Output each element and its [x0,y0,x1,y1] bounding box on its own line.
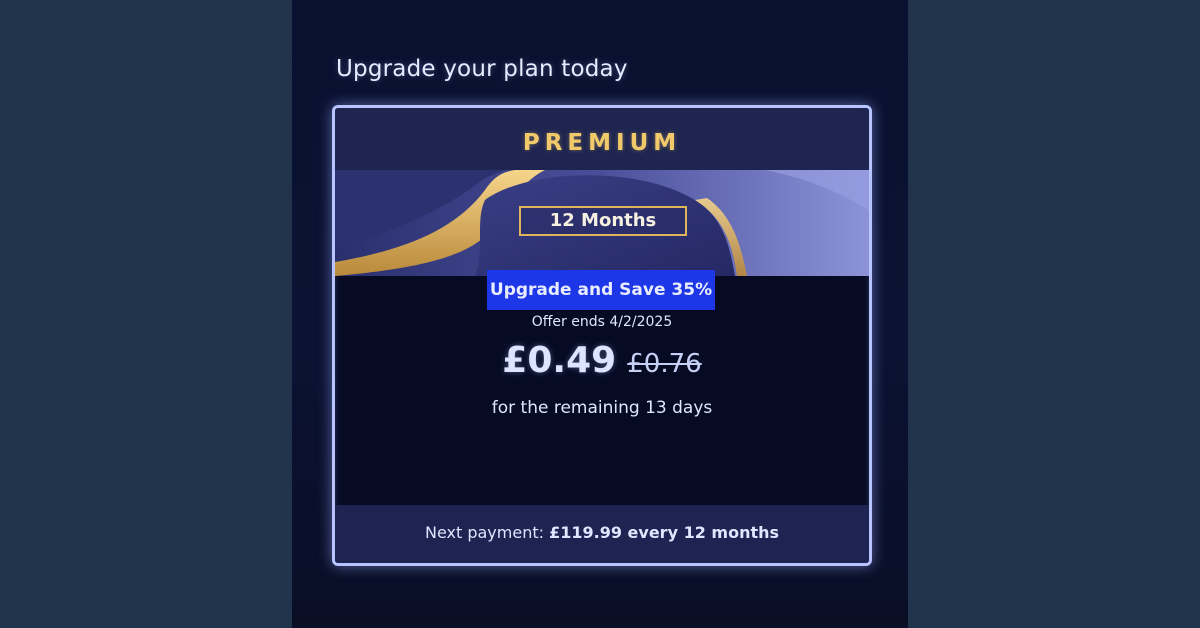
premium-plan-card[interactable]: PREMIUM 12 Months Upgrade and Save 35% O… [332,105,872,566]
next-payment-amount: £119.99 every 12 months [549,523,780,542]
original-price: £0.76 [627,349,702,379]
next-payment-label: Next payment: [424,523,544,542]
remaining-days-text: for the remaining 13 days [491,398,713,418]
tier-label: PREMIUM [522,130,682,156]
offer-badge: Upgrade and Save 35% [487,270,715,310]
card-header: PREMIUM [335,108,869,170]
plan-banner-artwork: 12 Months [335,170,869,276]
next-payment-bar: Next payment: £119.99 every 12 months [335,505,869,563]
offer-ends-text: Offer ends 4/2/2025 [531,314,673,330]
duration-label: 12 Months [519,206,687,236]
price-row: £0.49 £0.76 [335,340,869,381]
tv-screen: Upgrade your plan today PREMIUM 12 Month… [292,0,908,628]
page-title: Upgrade your plan today [336,56,628,82]
discounted-price: £0.49 [502,340,617,381]
